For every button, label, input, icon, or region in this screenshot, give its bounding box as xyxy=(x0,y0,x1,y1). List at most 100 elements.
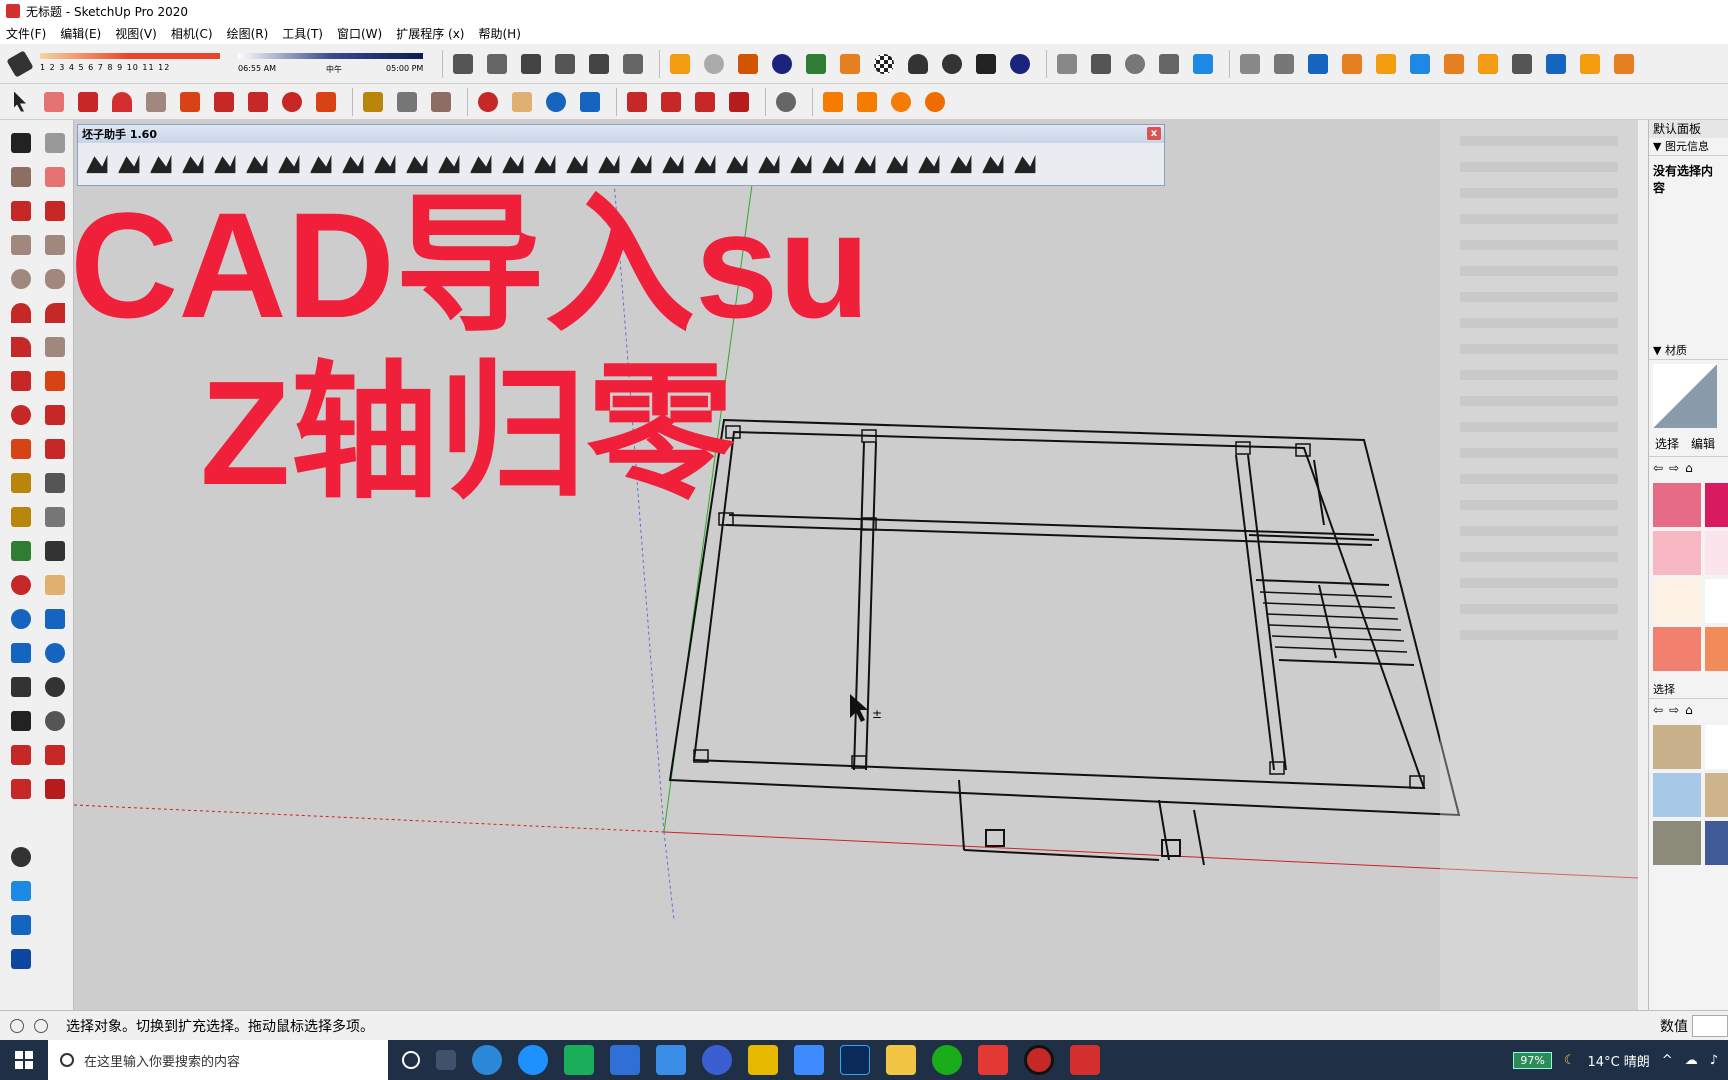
upload-button[interactable] xyxy=(1121,50,1149,78)
tape-button[interactable] xyxy=(359,88,387,116)
plugin-gear-button[interactable] xyxy=(887,88,915,116)
mail-button[interactable] xyxy=(972,50,1000,78)
check-button[interactable] xyxy=(1087,50,1115,78)
start-button[interactable] xyxy=(0,1040,48,1080)
material-swatch[interactable] xyxy=(1653,773,1701,817)
materials-tab-edit[interactable]: 编辑 xyxy=(1685,431,1721,456)
curve-button[interactable] xyxy=(1542,50,1570,78)
edge-browser-icon[interactable] xyxy=(472,1045,502,1075)
paint-left-button[interactable] xyxy=(4,160,38,194)
photoshop-icon[interactable] xyxy=(840,1045,870,1075)
cortana-icon[interactable] xyxy=(402,1051,420,1069)
layout-button[interactable] xyxy=(691,88,719,116)
menu-draw[interactable]: 绘图(R) xyxy=(227,25,269,42)
plugin-tool-icon[interactable] xyxy=(150,154,172,174)
line-button[interactable] xyxy=(74,88,102,116)
scale-button[interactable] xyxy=(312,88,340,116)
material-swatch[interactable] xyxy=(1705,483,1728,527)
pen-button[interactable] xyxy=(1236,50,1264,78)
plugin-gears-button[interactable] xyxy=(921,88,949,116)
material-swatch[interactable] xyxy=(1653,531,1701,575)
home-icon[interactable]: ⌂ xyxy=(1685,703,1693,717)
select-left-button[interactable] xyxy=(4,126,38,160)
ruby-left-button[interactable] xyxy=(38,772,72,806)
select-section-2[interactable]: 选择 xyxy=(1649,681,1728,699)
tray-header[interactable]: 默认面板 xyxy=(1649,120,1728,138)
store-icon[interactable] xyxy=(610,1045,640,1075)
view-cube2-left-button[interactable] xyxy=(4,908,38,942)
plugin-a-button[interactable] xyxy=(666,50,694,78)
axes-left-button[interactable] xyxy=(4,534,38,568)
frame-button[interactable] xyxy=(1576,50,1604,78)
rotate-button[interactable] xyxy=(1304,50,1332,78)
chevron-up-icon[interactable]: ^ xyxy=(1662,1053,1673,1068)
link-button[interactable] xyxy=(1155,50,1183,78)
arc-button[interactable] xyxy=(108,88,136,116)
iso-left-button[interactable] xyxy=(4,840,38,874)
line-left-button[interactable] xyxy=(4,194,38,228)
plugin-tool-icon[interactable] xyxy=(598,154,620,174)
rotate-left-button[interactable] xyxy=(4,398,38,432)
back-arrow-icon[interactable]: ⇦ xyxy=(1653,703,1663,717)
front-view-button[interactable] xyxy=(517,50,545,78)
component-button[interactable] xyxy=(1053,50,1081,78)
plugin-tool-icon[interactable] xyxy=(726,154,748,174)
plugin-tool-icon[interactable] xyxy=(182,154,204,174)
plugin-tool-icon[interactable] xyxy=(982,154,1004,174)
top-view-button[interactable] xyxy=(483,50,511,78)
shadow-time-slider[interactable]: 06:55 AM 中午 05:00 PM xyxy=(238,47,428,81)
tree-button[interactable] xyxy=(802,50,830,78)
freehand-left-button[interactable] xyxy=(38,194,72,228)
home-icon[interactable]: ⌂ xyxy=(1685,461,1693,475)
fold-button[interactable] xyxy=(1338,50,1366,78)
left-view-button[interactable] xyxy=(619,50,647,78)
shadow-date-slider[interactable]: 1 2 3 4 5 6 7 8 9 10 11 12 xyxy=(40,47,230,81)
right-view-button[interactable] xyxy=(551,50,579,78)
dimension-left-button[interactable] xyxy=(38,466,72,500)
eraser-button[interactable] xyxy=(40,88,68,116)
shape-button[interactable] xyxy=(1406,50,1434,78)
material-swatch[interactable] xyxy=(1705,531,1728,575)
view-cube3-left-button[interactable] xyxy=(4,942,38,976)
current-material-swatch[interactable] xyxy=(1653,364,1717,428)
close-icon[interactable]: x xyxy=(1147,127,1161,140)
polygon-left-button[interactable] xyxy=(38,262,72,296)
material-swatch[interactable] xyxy=(1705,821,1728,865)
extension-warehouse-button[interactable] xyxy=(657,88,685,116)
pan-left-button[interactable] xyxy=(38,568,72,602)
ext-warehouse-left-button[interactable] xyxy=(38,738,72,772)
pipe-button[interactable] xyxy=(1474,50,1502,78)
menu-tools[interactable]: 工具(T) xyxy=(282,25,323,42)
geo-location-icon[interactable] xyxy=(10,1018,24,1033)
menu-extensions[interactable]: 扩展程序 (x) xyxy=(396,25,464,42)
material-swatch[interactable] xyxy=(1705,627,1728,671)
orbit-button[interactable] xyxy=(474,88,502,116)
frame2-button[interactable] xyxy=(1610,50,1638,78)
plugin-tool-icon[interactable] xyxy=(86,154,108,174)
info-icon[interactable] xyxy=(34,1018,48,1033)
plugin-tool-icon[interactable] xyxy=(822,154,844,174)
material-swatch[interactable] xyxy=(1705,773,1728,817)
zoom-extents-left-button[interactable] xyxy=(4,636,38,670)
network-icon[interactable]: ☁ xyxy=(1685,1053,1698,1068)
menu-view[interactable]: 视图(V) xyxy=(115,25,157,42)
material-swatch[interactable] xyxy=(1705,579,1728,623)
move-left-button[interactable] xyxy=(4,364,38,398)
plugin-tool-icon[interactable] xyxy=(342,154,364,174)
plugin-tool-icon[interactable] xyxy=(918,154,940,174)
checker-button[interactable] xyxy=(870,50,898,78)
followme-left-button[interactable] xyxy=(38,398,72,432)
plugin-tool-icon[interactable] xyxy=(566,154,588,174)
zoom-button[interactable] xyxy=(542,88,570,116)
look-around-left-button[interactable] xyxy=(38,670,72,704)
yellow-app-icon[interactable] xyxy=(748,1045,778,1075)
zoom-extents-button[interactable] xyxy=(576,88,604,116)
materials-section[interactable]: ▼ 材质 xyxy=(1649,342,1728,360)
plugin-c-button[interactable] xyxy=(734,50,762,78)
warehouse-left-button[interactable] xyxy=(4,738,38,772)
layout-left-button[interactable] xyxy=(4,772,38,806)
record-icon[interactable] xyxy=(1024,1045,1054,1075)
zoom-window-left-button[interactable] xyxy=(38,602,72,636)
3dtext-left-button[interactable] xyxy=(38,534,72,568)
material-swatch[interactable] xyxy=(1653,579,1701,623)
